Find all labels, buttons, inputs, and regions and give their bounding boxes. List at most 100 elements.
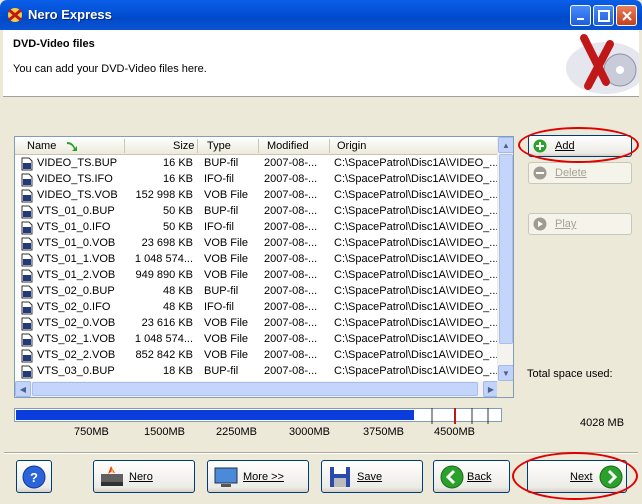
table-row[interactable]: VTS_01_0.BUP 50 KB BUP-fil 2007-08-... C:\Sp… [15,204,499,220]
file-size: 949 890 KB [135,269,194,281]
file-icon [21,349,33,363]
file-type: IFO-fil [204,221,234,233]
delete-icon [533,166,547,180]
file-origin: C:\SpacePatrol\Disc1A\VIDEO_... [334,173,499,185]
add-icon [533,139,547,153]
help-button[interactable]: ? [16,460,52,493]
table-row[interactable]: VTS_02_1.VOB 1 048 574... VOB File 2007-08-… [15,332,499,348]
file-name: VTS_01_2.VOB [37,269,116,281]
column-header: Name Size Type Modified Origin [15,137,499,155]
file-origin: C:\SpacePatrol\Disc1A\VIDEO_... [334,189,499,201]
file-icon [21,285,33,299]
table-row[interactable]: VIDEO_TS.VOB 152 998 KB VOB File 2007-08-..… [15,188,499,204]
file-type: VOB File [204,269,249,281]
file-size: 23 616 KB [141,317,193,329]
play-icon [533,217,547,231]
title-bar: Nero Express [0,0,642,30]
add-button[interactable]: Add [528,135,632,157]
file-name: VTS_02_1.VOB [37,333,116,345]
file-origin: C:\SpacePatrol\Disc1A\VIDEO_... [334,269,499,281]
save-button[interactable]: Save [321,460,423,493]
file-name: VTS_01_0.BUP [37,205,115,217]
file-name: VTS_02_0.IFO [37,301,111,313]
scroll-up-button[interactable]: ▲ [498,137,513,153]
add-label: Add [555,140,575,152]
page-title: DVD-Video files [13,38,95,50]
file-type: VOB File [204,237,249,249]
file-modified: 2007-08-... [264,285,318,297]
delete-label: Delete [555,167,587,179]
table-row[interactable]: VTS_02_0.BUP 48 KB BUP-fil 2007-08-... C:\Sp… [15,284,499,300]
column-origin[interactable]: Origin [337,140,366,152]
table-row[interactable]: VTS_01_1.VOB 1 048 574... VOB File 2007-08-… [15,252,499,268]
table-row[interactable]: VTS_01_0.IFO 50 KB IFO-fil 2007-08-... C:\Sp… [15,220,499,236]
file-name: VTS_01_1.VOB [37,253,116,265]
file-origin: C:\SpacePatrol\Disc1A\VIDEO_... [334,349,499,361]
minimize-button[interactable] [570,5,591,26]
tick-2250: 2250MB [216,426,257,438]
tick-1500: 1500MB [144,426,185,438]
file-name: VTS_02_2.VOB [37,349,116,361]
table-row[interactable]: VTS_02_0.IFO 48 KB IFO-fil 2007-08-... C:\Sp… [15,300,499,316]
maximize-button[interactable] [593,5,614,26]
file-size: 50 KB [163,205,193,217]
nero-label: Nero [129,471,153,483]
file-type: BUP-fil [204,205,239,217]
next-button[interactable]: Next [527,460,627,493]
scroll-left-button[interactable]: ◀ [15,381,31,397]
file-name: VTS_02_0.VOB [37,317,116,329]
file-modified: 2007-08-... [264,189,318,201]
total-space-label: Total space used: [527,368,613,380]
table-row[interactable]: VTS_02_0.VOB 23 616 KB VOB File 2007-08-...… [15,316,499,332]
file-icon [21,253,33,267]
file-size: 18 KB [163,365,193,377]
file-type: IFO-fil [204,301,234,313]
file-size: 50 KB [163,221,193,233]
file-modified: 2007-08-... [264,221,318,233]
file-modified: 2007-08-... [264,365,318,377]
horizontal-scroll-thumb[interactable] [32,382,478,396]
page-subtitle: You can add your DVD-Video files here. [13,63,207,75]
back-arrow-icon [440,465,464,489]
file-origin: C:\SpacePatrol\Disc1A\VIDEO_... [334,205,499,217]
file-name: VIDEO_TS.BUP [37,157,118,169]
horizontal-scrollbar[interactable]: ◀ ▶ [15,381,499,397]
table-row[interactable]: VTS_03_0.BUP 18 KB BUP-fil 2007-08-... C:\Sp… [15,364,499,380]
table-row[interactable]: VTS_01_2.VOB 949 890 KB VOB File 2007-08-..… [15,268,499,284]
file-modified: 2007-08-... [264,173,318,185]
file-size: 16 KB [163,157,193,169]
file-list[interactable]: Name Size Type Modified Origin VIDEO_TS.… [14,136,514,398]
scroll-down-button[interactable]: ▼ [498,365,513,381]
column-name[interactable]: Name [27,140,56,152]
file-modified: 2007-08-... [264,349,318,361]
play-button[interactable]: Play [528,213,632,235]
file-icon [21,189,33,203]
table-row[interactable]: VTS_01_0.VOB 23 698 KB VOB File 2007-08-...… [15,236,499,252]
table-row[interactable]: VTS_02_2.VOB 852 842 KB VOB File 2007-08-..… [15,348,499,364]
back-button[interactable]: Back [433,460,510,493]
table-row[interactable]: VIDEO_TS.IFO 16 KB IFO-fil 2007-08-... C:\Sp… [15,172,499,188]
column-modified[interactable]: Modified [267,140,309,152]
column-size[interactable]: Size [173,140,194,152]
minimize-icon [576,17,584,20]
column-type[interactable]: Type [207,140,231,152]
nero-button[interactable]: Nero [93,460,195,493]
window-title: Nero Express [28,7,112,22]
file-icon [21,269,33,283]
vertical-scroll-thumb[interactable] [499,154,513,344]
table-row[interactable]: VIDEO_TS.BUP 16 KB BUP-fil 2007-08-... C:\Sp… [15,156,499,172]
file-type: IFO-fil [204,173,234,185]
file-type: VOB File [204,189,249,201]
close-button[interactable] [616,5,637,26]
delete-button[interactable]: Delete [528,162,632,184]
tick-4500: 4500MB [434,426,475,438]
file-type: VOB File [204,253,249,265]
file-modified: 2007-08-... [264,317,318,329]
more-button[interactable]: More >> [207,460,309,493]
capacity-bar: 750MB 1500MB 2250MB 3000MB 3750MB 4500MB [14,408,502,442]
vertical-scrollbar[interactable]: ▲ ▼ [497,137,513,381]
play-label: Play [555,218,577,230]
capacity-ticks [431,408,489,424]
file-type: BUP-fil [204,365,239,377]
monitor-icon [214,467,238,487]
